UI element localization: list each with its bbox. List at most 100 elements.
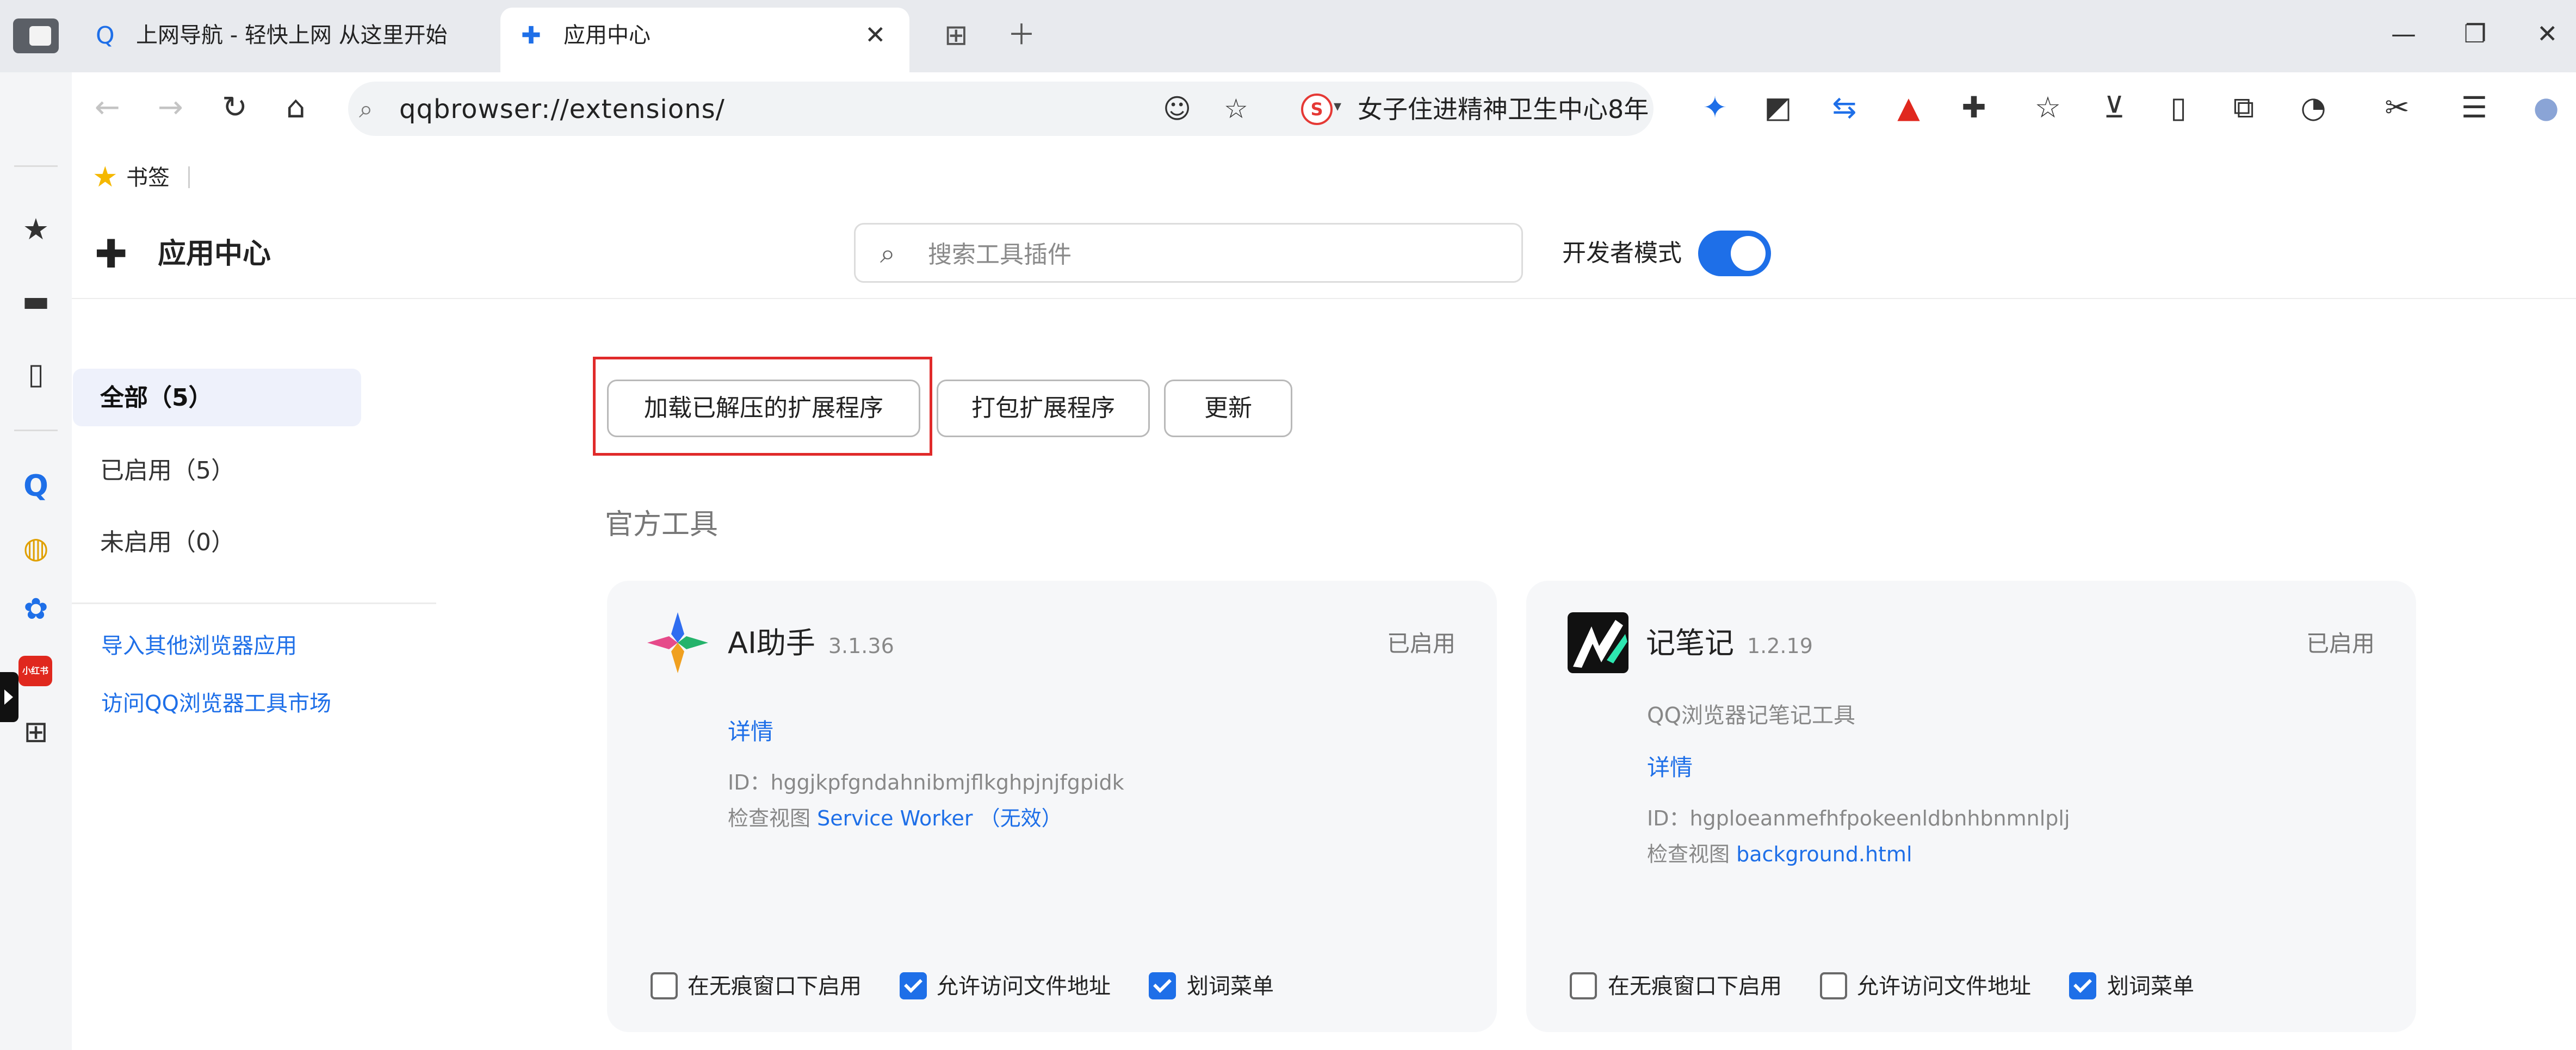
hot-search-suggestion[interactable]: 女子住进精神卫生中心8年: [1358, 92, 1651, 126]
id-label: ID：: [1647, 806, 1690, 830]
checkbox-label: 划词菜单: [2107, 974, 2194, 999]
tab-title: 应用中心: [564, 23, 651, 48]
extension-name-row: 记笔记 1.2.19: [1646, 624, 1813, 665]
expand-rail-handle[interactable]: [0, 672, 18, 722]
category-disabled[interactable]: 未启用（0）: [73, 513, 361, 571]
history-icon[interactable]: ◔: [2294, 87, 2332, 128]
extension-id: ID：hggjkpfgndahnibmjflkghpjnjfgpidk: [728, 768, 1124, 797]
inspect-label: 检查视图: [728, 806, 811, 830]
search-engine-icon[interactable]: S: [1301, 94, 1333, 125]
forward-arrow-icon[interactable]: →: [158, 87, 183, 128]
incognito-checkbox[interactable]: [1570, 972, 1597, 999]
tab-title: 上网导航 - 轻快上网 从这里开始: [136, 23, 448, 48]
reader-mode-icon[interactable]: ☺: [1163, 91, 1191, 126]
rail-divider: [14, 430, 58, 431]
mobile-icon[interactable]: ▯: [16, 355, 55, 394]
pdf-extension-icon[interactable]: ▲: [1890, 87, 1928, 128]
checkbox-label: 允许访问文件地址: [1857, 974, 2031, 999]
checkbox-label: 在无痕窗口下启用: [1608, 974, 1782, 999]
add-favorite-icon[interactable]: ☆: [1224, 91, 1248, 126]
note-extension-icon[interactable]: ◩: [1759, 87, 1797, 128]
section-title: 官方工具: [605, 508, 719, 541]
extension-id: ID：hgploeanmefhfpokeenldbnhbnmnlplj: [1647, 804, 2070, 833]
translate-extension-icon[interactable]: ⇆: [1825, 87, 1863, 128]
puzzle-icon: ✚: [521, 22, 541, 49]
minimize-icon[interactable]: —: [2391, 16, 2416, 51]
status-badge: 已启用: [1387, 630, 1456, 657]
mobile-icon[interactable]: ▯: [2159, 87, 2197, 128]
category-all[interactable]: 全部（5）: [73, 369, 361, 426]
puzzle-icon: ✚: [95, 231, 128, 277]
multi-window-icon[interactable]: ⧉: [2225, 87, 2263, 128]
sidebar-divider: [72, 602, 436, 604]
chevron-down-icon[interactable]: ▾: [1334, 97, 1341, 115]
id-value: hgploeanmefhfpokeenldbnhbnmnlplj: [1689, 806, 2070, 830]
details-link[interactable]: 详情: [1647, 753, 1693, 783]
import-apps-link[interactable]: 导入其他浏览器应用: [101, 631, 297, 661]
add-app-icon[interactable]: ⊞: [16, 712, 55, 751]
colorful-app-icon[interactable]: ◍: [16, 529, 55, 568]
id-label: ID：: [728, 771, 771, 794]
extension-name-row: AI助手 3.1.36: [728, 624, 894, 665]
category-label: 未启用（0）: [100, 529, 235, 556]
category-enabled[interactable]: 已启用（5）: [73, 442, 361, 499]
bookmark-star-icon[interactable]: ★: [92, 161, 118, 194]
inspect-views: 检查视图 background.html: [1647, 840, 1912, 869]
word-menu-checkbox[interactable]: [2069, 972, 2096, 999]
download-icon[interactable]: ⊻: [2095, 87, 2133, 128]
back-arrow-icon[interactable]: ←: [95, 87, 120, 128]
browser-menu-logo-icon[interactable]: [13, 18, 59, 53]
favorites-star-icon[interactable]: ★: [16, 210, 55, 249]
extension-version: 3.1.36: [828, 634, 894, 658]
pack-extension-button[interactable]: 打包扩展程序: [937, 380, 1150, 437]
id-value: hggjkpfgndahnibmjflkghpjnjfgpidk: [770, 771, 1124, 794]
screenshot-scissors-icon[interactable]: ✂: [2378, 87, 2416, 128]
new-tab-icon[interactable]: ＋: [1007, 18, 1036, 52]
extensions-puzzle-icon[interactable]: ✚: [1955, 87, 1993, 128]
checkbox-label: 划词菜单: [1187, 974, 1274, 999]
inactive-label: （无效）: [979, 806, 1062, 830]
extension-name: AI助手: [728, 626, 815, 660]
avatar-icon[interactable]: ●: [2527, 87, 2565, 128]
extension-name: 记笔记: [1646, 626, 1734, 660]
tab-app-center[interactable]: [500, 8, 909, 72]
rail-divider: [14, 165, 58, 167]
details-link[interactable]: 详情: [728, 717, 773, 747]
background-page-link[interactable]: background.html: [1736, 842, 1912, 866]
address-text[interactable]: qqbrowser://extensions/: [399, 92, 725, 126]
category-label: 已启用（5）: [100, 457, 235, 484]
developer-mode-toggle[interactable]: [1698, 231, 1771, 276]
file-access-checkbox[interactable]: [1820, 972, 1847, 999]
inspect-views: 检查视图 Service Worker （无效）: [728, 804, 1062, 833]
folder-icon[interactable]: ▬: [16, 282, 55, 321]
restore-icon[interactable]: ❐: [2464, 16, 2486, 51]
tab-groups-icon[interactable]: ⊞: [944, 18, 968, 52]
page-title: 应用中心: [158, 238, 271, 270]
service-worker-link[interactable]: Service Worker: [817, 806, 973, 830]
xiaohongshu-icon[interactable]: 小红书: [18, 656, 52, 686]
update-button[interactable]: 更新: [1164, 380, 1292, 437]
bookmark-star-icon[interactable]: ☆: [2029, 87, 2067, 128]
close-tab-icon[interactable]: ✕: [865, 18, 886, 51]
search-icon: ⌕: [880, 238, 895, 269]
extension-version: 1.2.19: [1747, 634, 1813, 658]
ai-assistant-extension-icon[interactable]: ✦: [1696, 87, 1734, 128]
reload-icon[interactable]: ↻: [222, 87, 247, 128]
menu-icon[interactable]: ☰: [2455, 87, 2493, 128]
search-input[interactable]: [927, 238, 1506, 271]
word-menu-checkbox[interactable]: [1149, 972, 1176, 999]
paw-icon[interactable]: ✿: [16, 589, 55, 629]
extension-description: QQ浏览器记笔记工具: [1647, 703, 1855, 728]
bookmark-divider: [188, 166, 190, 188]
incognito-checkbox[interactable]: [651, 972, 678, 999]
bookmarks-label[interactable]: 书签: [126, 163, 170, 192]
load-unpacked-button[interactable]: 加载已解压的扩展程序: [607, 380, 920, 437]
checkbox-label: 在无痕窗口下启用: [688, 974, 862, 999]
close-window-icon[interactable]: ✕: [2537, 16, 2558, 51]
tool-market-link[interactable]: 访问QQ浏览器工具市场: [101, 688, 331, 719]
home-icon[interactable]: ⌂: [286, 87, 306, 128]
file-access-checkbox[interactable]: [900, 972, 927, 999]
status-badge: 已启用: [2306, 630, 2375, 657]
qq-browser-icon[interactable]: Q: [16, 467, 55, 506]
developer-mode-label: 开发者模式: [1562, 239, 1682, 267]
